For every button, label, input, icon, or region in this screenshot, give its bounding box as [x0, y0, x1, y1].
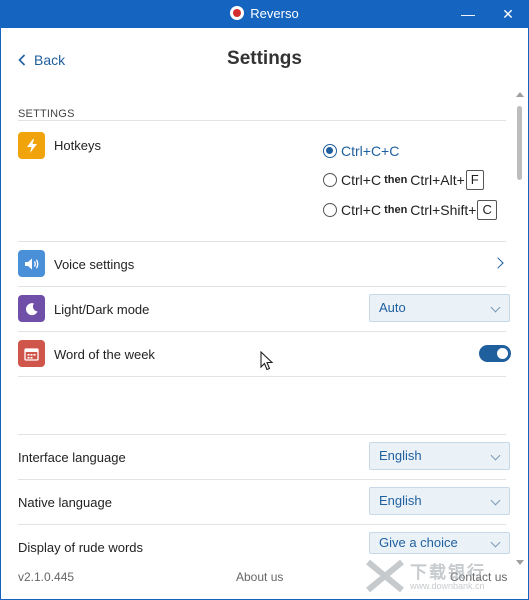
- mouse-cursor-icon: [260, 351, 274, 371]
- hotkeys-label: Hotkeys: [54, 138, 101, 153]
- divider: [18, 376, 506, 377]
- theme-label: Light/Dark mode: [54, 302, 150, 317]
- interface-language-label: Interface language: [18, 450, 126, 465]
- chevron-down-icon: [490, 302, 501, 313]
- word-of-week-label: Word of the week: [54, 347, 155, 362]
- divider: [18, 434, 506, 435]
- radio-unselected[interactable]: [323, 173, 337, 187]
- hotkey-option-2-suffix: Ctrl+Alt+: [410, 172, 465, 188]
- reverso-logo-icon: [230, 6, 245, 20]
- hotkey-option-2[interactable]: Ctrl+C then Ctrl+Alt+ F: [323, 170, 484, 190]
- divider: [18, 286, 506, 287]
- native-language-select[interactable]: English: [369, 487, 510, 515]
- word-of-week-toggle[interactable]: [479, 345, 511, 362]
- minimize-button[interactable]: —: [458, 4, 478, 24]
- contact-us-link[interactable]: Contact us: [450, 570, 507, 584]
- chevron-down-icon: [490, 537, 501, 548]
- theme-select[interactable]: Auto: [369, 294, 510, 322]
- divider: [18, 524, 506, 525]
- native-language-label: Native language: [18, 495, 112, 510]
- radio-selected[interactable]: [323, 144, 337, 158]
- scroll-up-arrow[interactable]: [516, 92, 524, 97]
- hotkey-key-input[interactable]: F: [465, 170, 484, 190]
- divider: [18, 241, 506, 242]
- divider: [18, 331, 506, 332]
- hotkey-option-1-text: Ctrl+C+C: [341, 143, 400, 159]
- rude-words-select[interactable]: Give a choice: [369, 532, 510, 554]
- interface-language-value: English: [379, 448, 422, 463]
- version-text: v2.1.0.445: [18, 570, 75, 584]
- hotkey-option-2-then: then: [384, 174, 408, 186]
- divider: [18, 479, 506, 480]
- close-button[interactable]: ✕: [498, 4, 518, 24]
- scroll-down-arrow[interactable]: [516, 560, 524, 565]
- page-title: Settings: [227, 48, 302, 69]
- radio-unselected[interactable]: [323, 203, 337, 217]
- chevron-right-icon[interactable]: [492, 257, 504, 269]
- section-label: SETTINGS: [18, 108, 75, 120]
- hotkey-option-3-prefix: Ctrl+C: [341, 202, 382, 218]
- speaker-icon: [18, 250, 45, 277]
- native-language-value: English: [379, 493, 422, 508]
- rude-words-value: Give a choice: [379, 535, 458, 550]
- hotkey-key-input[interactable]: C: [477, 200, 497, 220]
- interface-language-select[interactable]: English: [369, 442, 510, 470]
- window-title-text: Reverso: [250, 6, 299, 21]
- scrollbar-thumb[interactable]: [517, 106, 522, 180]
- chevron-down-icon: [490, 450, 501, 461]
- window-titlebar: Reverso — ✕: [0, 0, 529, 28]
- window-title: Reverso: [0, 6, 529, 21]
- watermark-logo-icon: [366, 559, 404, 593]
- rude-words-label: Display of rude words: [18, 540, 143, 555]
- about-us-link[interactable]: About us: [236, 570, 283, 584]
- moon-icon: [18, 295, 45, 322]
- hotkey-option-2-prefix: Ctrl+C: [341, 172, 382, 188]
- hotkey-option-3[interactable]: Ctrl+C then Ctrl+Shift+ C: [323, 200, 497, 220]
- calendar-icon: [18, 340, 45, 367]
- window-border-left: [0, 28, 1, 600]
- chevron-down-icon: [490, 495, 501, 506]
- hotkey-option-1[interactable]: Ctrl+C+C: [323, 143, 399, 159]
- voice-settings-label[interactable]: Voice settings: [54, 257, 134, 272]
- theme-select-value: Auto: [379, 300, 406, 315]
- lightning-icon: [18, 132, 45, 159]
- hotkey-option-3-suffix: Ctrl+Shift+: [410, 202, 477, 218]
- hotkey-option-3-then: then: [384, 204, 408, 216]
- divider: [18, 120, 506, 121]
